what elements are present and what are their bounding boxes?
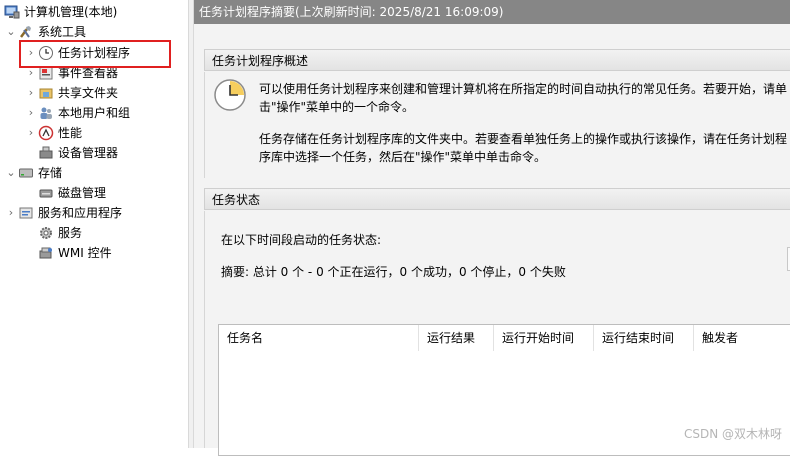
status-section: 在以下时间段启动的任务状态: 摘要: 总计 0 个 - 0 个正在运行，0 个成… [204,211,790,456]
tree-item-wmi-control[interactable]: WMI 控件 [38,243,112,263]
tree-item-label: WMI 控件 [58,246,112,260]
column-header-task-name[interactable]: 任务名 [219,325,419,351]
tree-item-label: 本地用户和组 [58,106,131,120]
shared-folder-icon [38,85,54,101]
computer-management-icon [4,4,20,20]
tree-item-local-users[interactable]: › 本地用户和组 [24,103,130,123]
services-apps-icon [18,205,34,221]
status-section-header[interactable]: 任务状态 [204,188,790,210]
chevron-down-icon[interactable]: ⌄ [4,22,18,42]
storage-icon [18,165,34,181]
clock-icon [213,78,247,115]
chevron-right-icon[interactable]: › [24,83,38,103]
device-manager-icon [38,145,54,161]
tree-item-label: 计算机管理(本地) [24,5,118,19]
chevron-right-icon[interactable]: › [24,103,38,123]
overview-paragraph-1: 可以使用任务计划程序来创建和管理计算机将在所指定的时间自动执行的常见任务。若要开… [259,82,788,114]
tree-item-device-manager[interactable]: 设备管理器 [38,143,118,163]
tree-item-system-tools[interactable]: ⌄ 系统工具 [4,22,86,42]
watermark: CSDN @双木林呀 [683,427,782,441]
tree-item-label: 服务和应用程序 [38,206,123,220]
tree-item-label: 设备管理器 [58,146,119,160]
column-header-triggered-by[interactable]: 触发者 [694,325,790,351]
wmi-icon [38,245,54,261]
chevron-right-icon[interactable]: › [24,123,38,143]
tree-item-label: 系统工具 [38,25,87,39]
chevron-right-icon[interactable]: › [4,203,18,223]
users-icon [38,105,54,121]
column-header-run-result[interactable]: 运行结果 [419,325,494,351]
overview-section-header[interactable]: 任务计划程序概述 [204,49,790,71]
overview-paragraph-2: 任务存储在任务计划程序库的文件夹中。若要查看单独任务上的操作或执行该操作，请在任… [259,132,788,164]
chevron-down-icon[interactable]: ⌄ [4,163,18,183]
status-summary: 摘要: 总计 0 个 - 0 个正在运行，0 个成功，0 个停止，0 个失败 [221,265,566,279]
tree-item-label: 性能 [58,126,83,140]
highlight-box [19,40,171,68]
column-header-run-end[interactable]: 运行结束时间 [594,325,694,351]
pane-title: 任务计划程序摘要(上次刷新时间: 2025/8/21 16:09:09) [194,0,790,24]
tree-item-services-apps[interactable]: › 服务和应用程序 [4,203,122,223]
performance-icon [38,125,54,141]
summary-pane: 任务计划程序摘要(上次刷新时间: 2025/8/21 16:09:09) 任务计… [194,0,790,456]
overview-section: 可以使用任务计划程序来创建和管理计算机将在所指定的时间自动执行的常见任务。若要开… [204,72,790,178]
gear-icon [38,225,54,241]
tree-item-shared-folders[interactable]: › 共享文件夹 [24,83,118,103]
tree-item-computer-management[interactable]: 计算机管理(本地) [4,2,117,22]
status-period-label: 在以下时间段启动的任务状态: [221,233,382,247]
tree-item-performance[interactable]: › 性能 [24,123,82,143]
tools-icon [18,24,34,40]
tree-item-label: 存储 [38,166,63,180]
navigation-tree: 计算机管理(本地) ⌄ 系统工具 › 任务计划程序 › 事件查看器 › 共享文件… [0,0,188,448]
column-header-run-start[interactable]: 运行开始时间 [494,325,594,351]
disk-management-icon [38,185,54,201]
tree-item-label: 共享文件夹 [58,86,119,100]
tree-item-disk-management[interactable]: 磁盘管理 [38,183,106,203]
tree-item-services[interactable]: 服务 [38,223,82,243]
tree-item-label: 磁盘管理 [58,186,107,200]
tree-item-label: 服务 [58,226,83,240]
tree-item-storage[interactable]: ⌄ 存储 [4,163,62,183]
